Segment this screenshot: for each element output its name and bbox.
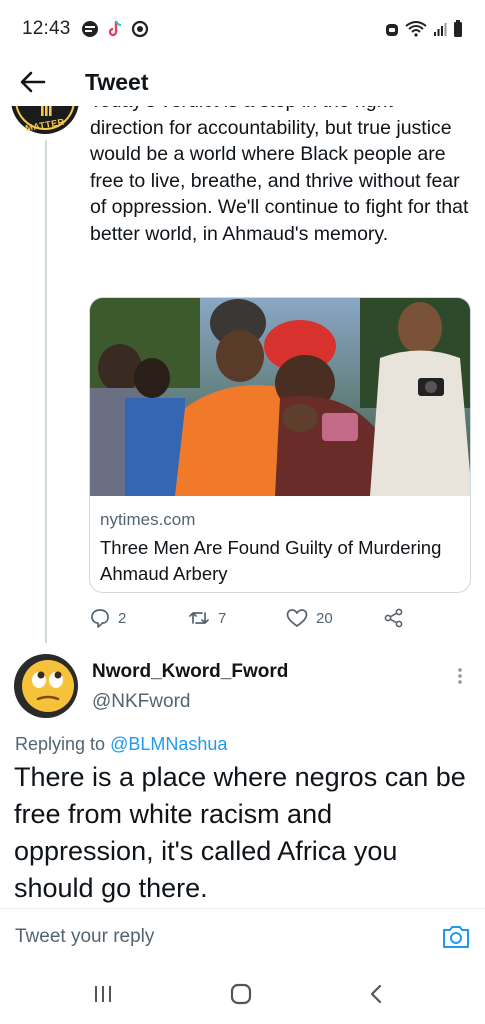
share-button[interactable] (384, 608, 404, 628)
reply-handle[interactable]: @NKFword (92, 691, 190, 713)
back-arrow-icon[interactable] (3, 58, 63, 106)
reply-avatar[interactable] (14, 654, 78, 718)
reply-input[interactable]: Tweet your reply (15, 926, 154, 948)
circle-badge-icon (131, 20, 148, 38)
parent-tweet-text: Today's verdict is a step in the right d… (90, 106, 469, 245)
replying-to-mention[interactable]: @BLMNashua (110, 734, 227, 754)
top-app-bar: Tweet (0, 58, 485, 106)
page-title: Tweet (85, 68, 149, 95)
reply-text: There is a place where negros can be fre… (14, 762, 466, 903)
composer-divider (0, 908, 485, 909)
status-time: 12:43 (22, 18, 71, 39)
chat-bubble-icon (81, 21, 98, 37)
wifi-icon (405, 21, 427, 37)
replying-to-label: Replying to (15, 734, 106, 754)
retweet-count: 7 (218, 609, 227, 627)
battery-icon (454, 20, 462, 37)
share-icon (384, 608, 403, 628)
reply-count: 2 (118, 609, 127, 627)
retweet-button[interactable]: 7 (188, 609, 226, 627)
like-count: 20 (316, 609, 333, 627)
tiktok-icon (108, 20, 121, 37)
alarm-icon (386, 24, 398, 36)
reply-button[interactable]: 2 (90, 608, 126, 628)
card-domain: nytimes.com (100, 510, 196, 529)
reply-display-name[interactable]: Nword_Kword_Fword (92, 661, 288, 683)
status-bar: 12:43 (0, 0, 485, 58)
link-preview-card[interactable]: nytimes.com Three Men Are Found Guilty o… (89, 297, 471, 593)
card-title: Three Men Are Found Guilty of Murdering … (100, 537, 442, 584)
back-button-icon[interactable] (367, 983, 385, 1010)
parent-tweet-text-clip: Today's verdict is a step in the right d… (90, 106, 470, 306)
like-button[interactable]: 20 (286, 608, 333, 628)
status-system-icons (385, 20, 463, 38)
replying-to-line: Replying to @BLMNashua (15, 734, 227, 755)
retweet-icon (189, 612, 209, 624)
home-button-icon[interactable] (228, 983, 254, 1010)
thread-connector-line (45, 140, 47, 643)
reply-icon (91, 609, 109, 628)
more-options-icon[interactable] (452, 664, 468, 688)
heart-icon (286, 609, 308, 627)
article-image[interactable] (90, 298, 470, 496)
signal-icon (434, 23, 447, 36)
tweet-action-bar: 2 7 20 (90, 603, 470, 633)
camera-icon[interactable] (441, 922, 471, 952)
recent-apps-icon[interactable] (92, 985, 114, 1008)
status-notification-icons (81, 20, 149, 38)
